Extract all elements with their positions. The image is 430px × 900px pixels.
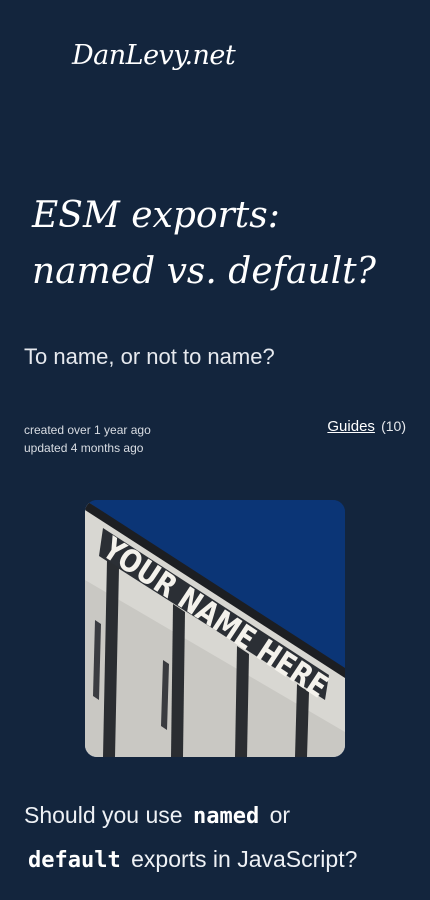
category-tag: Guides (10) bbox=[327, 418, 406, 435]
post-dates: created over 1 year ago updated 4 months… bbox=[24, 421, 151, 457]
hero-image: YOUR NAME HERE bbox=[85, 500, 345, 757]
page-title: ESM exports: named vs. default? bbox=[32, 188, 412, 300]
title-line-1: ESM exports: bbox=[32, 195, 280, 236]
category-count: (10) bbox=[381, 418, 406, 434]
building-sign-illustration: YOUR NAME HERE bbox=[85, 500, 345, 757]
category-link-guides[interactable]: Guides bbox=[327, 418, 375, 435]
page: DanLevy.net ESM exports: named vs. defau… bbox=[0, 0, 430, 900]
lead-text-1: Should you use bbox=[24, 802, 183, 828]
lead-text-2: or bbox=[269, 802, 291, 828]
updated-date: updated 4 months ago bbox=[24, 441, 144, 455]
title-line-2: named vs. default? bbox=[32, 251, 376, 292]
page-subtitle: To name, or not to name? bbox=[24, 344, 275, 369]
lead-code-default: default bbox=[28, 848, 121, 873]
site-logo-link[interactable]: DanLevy.net bbox=[72, 40, 236, 71]
lead-text-3: exports in JavaScript? bbox=[131, 846, 358, 872]
lead-code-named: named bbox=[192, 804, 260, 829]
lead-paragraph: Should you use named or default exports … bbox=[24, 794, 414, 882]
created-date: created over 1 year ago bbox=[24, 423, 151, 437]
